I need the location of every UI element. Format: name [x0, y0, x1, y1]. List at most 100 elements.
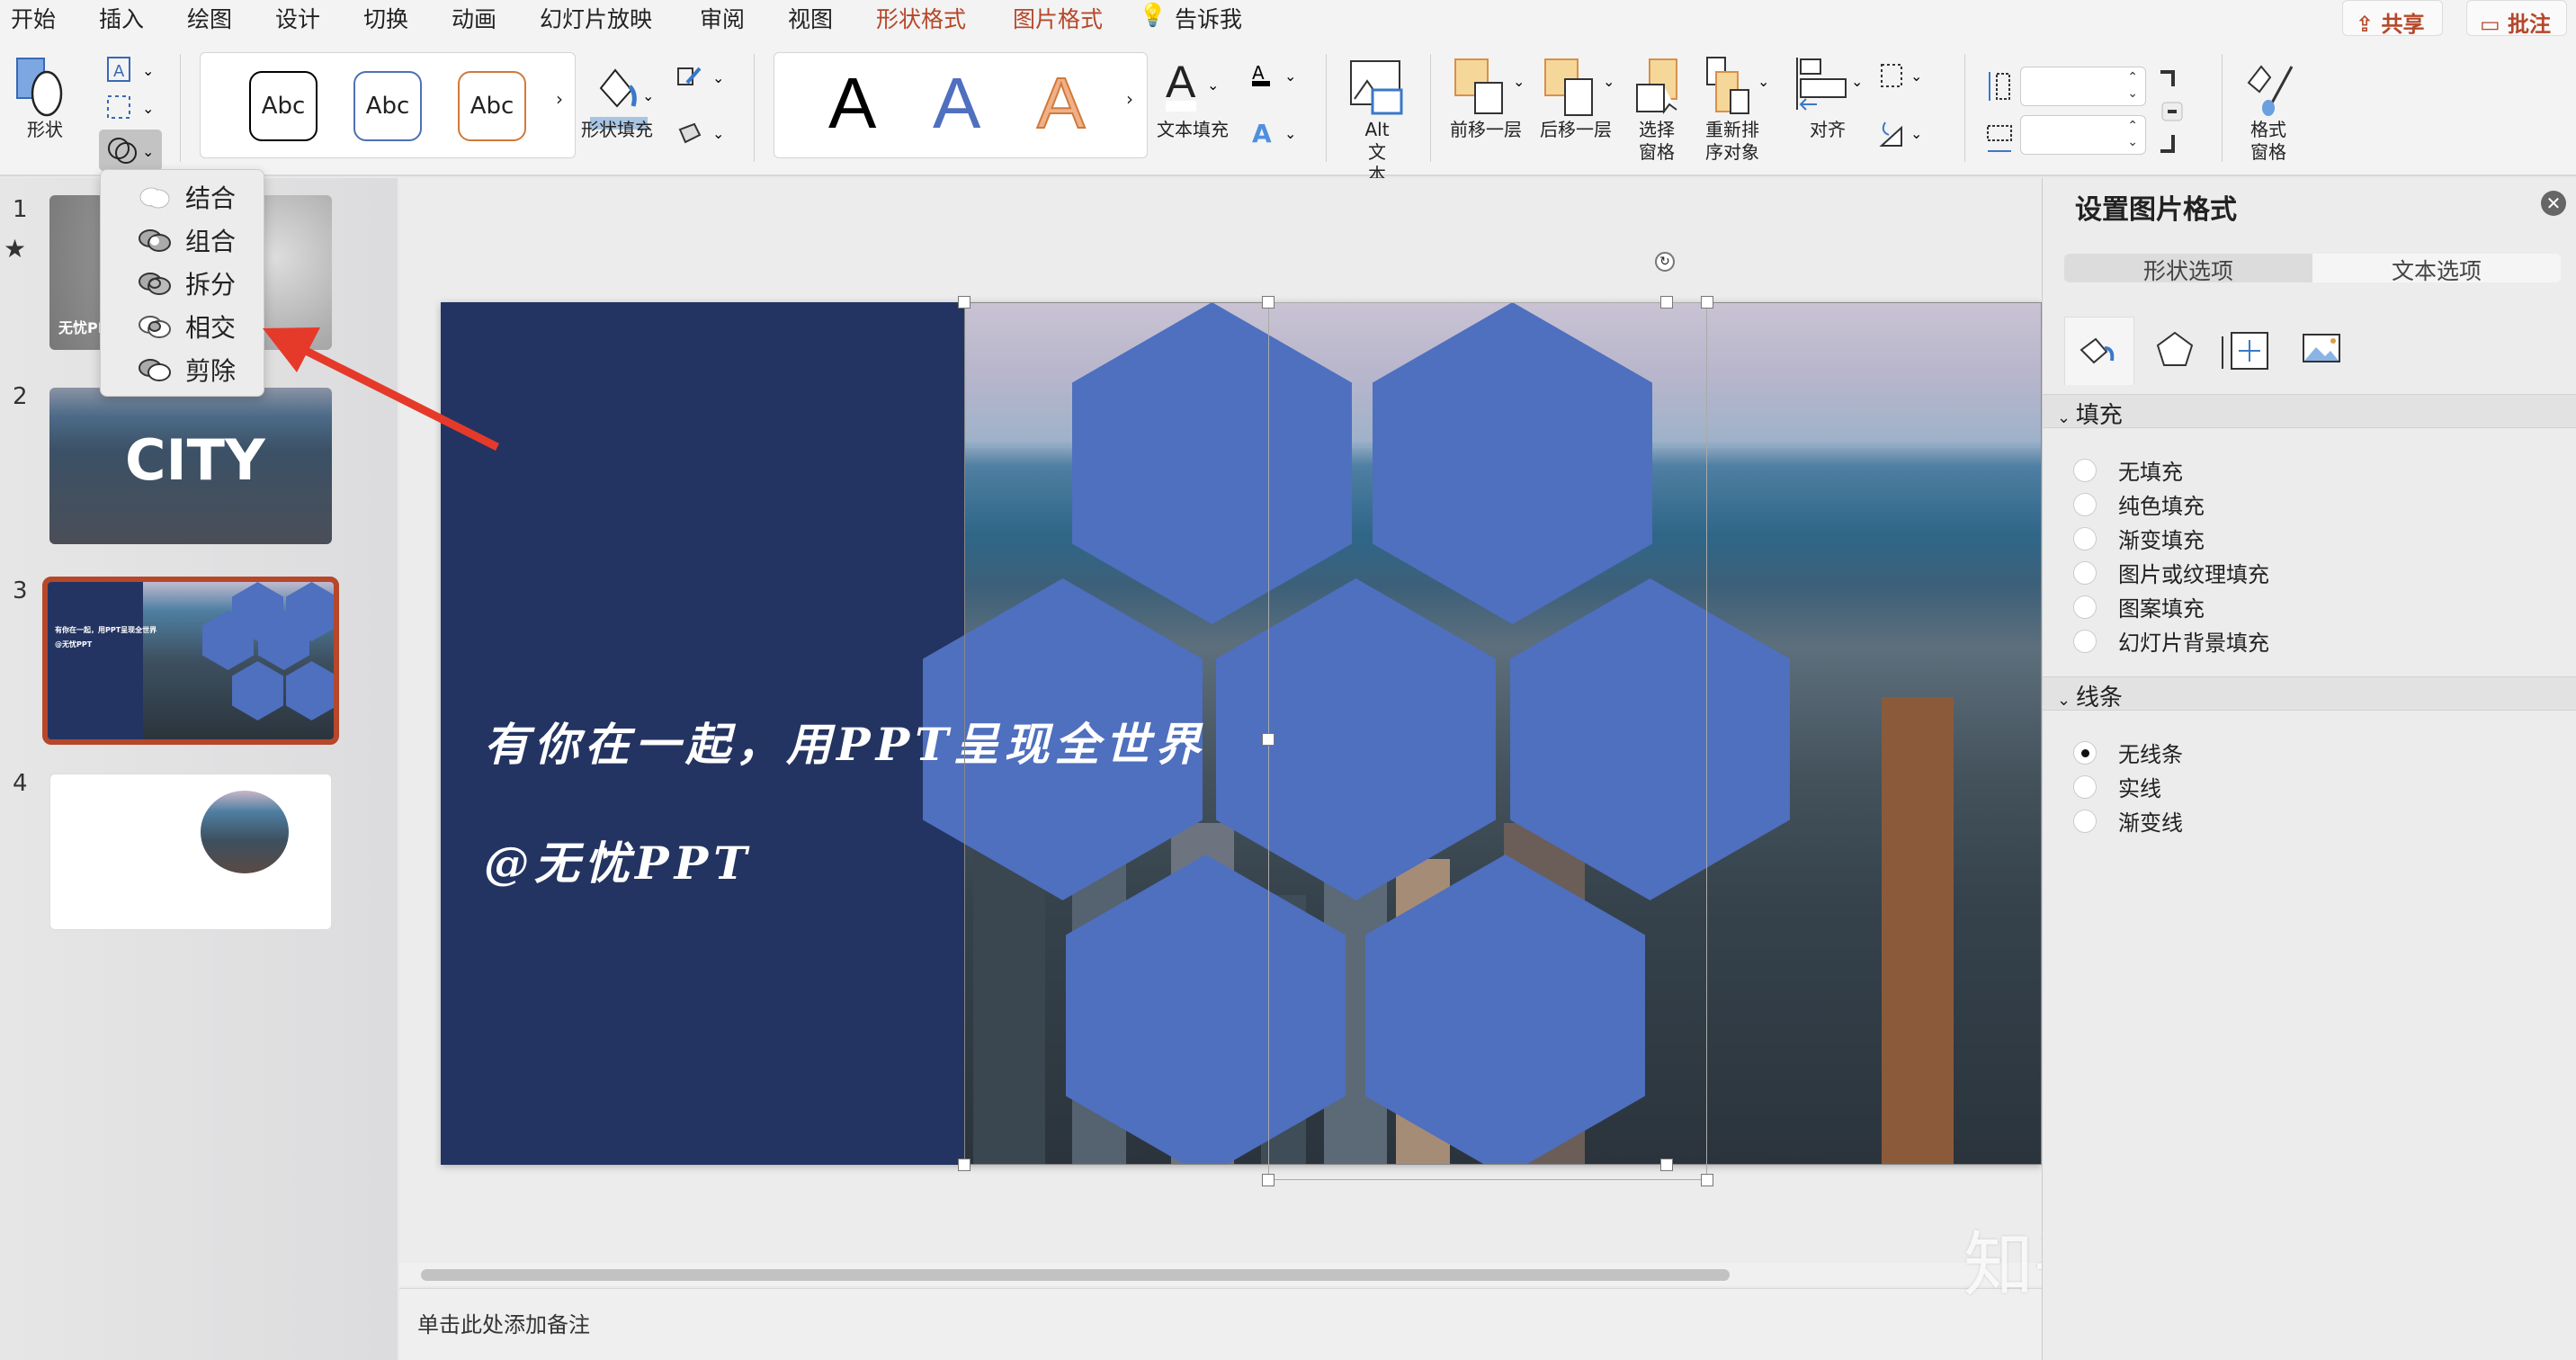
text-fill-icon[interactable]: A ⌄ [1160, 54, 1232, 117]
resize-handle[interactable] [958, 296, 970, 309]
resize-handle[interactable] [1262, 296, 1275, 309]
wordart-blue[interactable]: A [933, 62, 980, 145]
thumb2-text: CITY [125, 427, 265, 493]
line-section-header[interactable]: ⌄ 线条 [2043, 676, 2576, 711]
reorder-objects-icon[interactable]: ⌄ [1704, 56, 1779, 119]
wordart-black[interactable]: A [828, 62, 876, 145]
shape-style-black[interactable]: Abc [249, 71, 318, 141]
tab-view[interactable]: 视图 [788, 2, 833, 34]
share-button[interactable]: ⇪ 共享 [2342, 0, 2443, 37]
slide-subtitle-text[interactable]: @无忧PPT [484, 828, 752, 892]
width-icon [1987, 125, 2012, 152]
wordart-gallery[interactable]: A A A [774, 52, 1148, 158]
slide-number: 1 [13, 196, 28, 223]
svg-text:⌄: ⌄ [712, 69, 724, 86]
edit-shape-icon[interactable]: ⌄ [104, 94, 158, 124]
tab-shape-options[interactable]: 形状选项 [2064, 254, 2312, 284]
reorder-label-1: 重新排 [1705, 119, 1759, 140]
height-input[interactable]: ⌃ ⌄ [2020, 67, 2146, 106]
merge-shapes-button[interactable]: ⌄ [99, 130, 162, 171]
pane-title: 设置图片格式 [2075, 194, 2237, 226]
shape-style-blue[interactable]: Abc [353, 71, 422, 141]
gallery-more-icon[interactable]: › [556, 88, 563, 111]
menu-item-combine[interactable]: 组合 [137, 222, 236, 258]
text-effects-icon[interactable]: A ⌄ [1248, 119, 1302, 149]
resize-handle[interactable] [958, 1159, 970, 1171]
tab-draw[interactable]: 绘图 [187, 2, 232, 34]
resize-handle[interactable] [1660, 296, 1673, 309]
slide-thumbnail-3[interactable]: 有你在一起，用PPT呈现全世界 @无忧PPT [42, 577, 339, 745]
notes-placeholder[interactable]: 单击此处添加备注 [417, 1307, 590, 1338]
menu-item-label: 剪除 [185, 356, 237, 386]
tell-me[interactable]: 告诉我 [1175, 2, 1242, 34]
shape-style-orange[interactable]: Abc [458, 71, 526, 141]
picture-tab-icon[interactable] [2296, 326, 2359, 380]
effects-tab-pentagon-icon[interactable] [2143, 324, 2206, 378]
rotate-handle-icon[interactable]: ↻ [1655, 252, 1675, 272]
alt-text-label-1: Alt [1364, 119, 1390, 140]
horizontal-scrollbar[interactable] [421, 1269, 1730, 1281]
radio-pattern-fill[interactable]: 图案填充 [2073, 591, 2205, 622]
size-properties-tab-icon[interactable] [2219, 322, 2282, 381]
notes-pane[interactable]: 单击此处添加备注 [399, 1288, 2042, 1360]
radio-slide-background-fill[interactable]: 幻灯片背景填充 [2073, 625, 2269, 657]
menu-item-fragment[interactable]: 拆分 [137, 265, 236, 301]
text-box-icon[interactable]: A ⌄ [104, 56, 158, 86]
fill-line-tab[interactable] [2064, 317, 2134, 385]
resize-handle[interactable] [1262, 1174, 1275, 1186]
text-outline-icon[interactable]: A ⌄ [1248, 61, 1302, 92]
wordart-orange[interactable]: A [1036, 62, 1086, 145]
rotate-icon[interactable]: ⌄ [1878, 119, 1932, 149]
tab-home[interactable]: 开始 [11, 2, 56, 34]
tab-insert[interactable]: 插入 [99, 2, 144, 34]
alt-text-icon[interactable] [1349, 59, 1405, 117]
comments-button[interactable]: ▭ 批注 [2466, 0, 2567, 37]
fill-section-header[interactable]: ⌄ 填充 [2043, 394, 2576, 429]
radio-solid-line[interactable]: 实线 [2073, 771, 2161, 802]
resize-handle[interactable] [1262, 733, 1275, 746]
tab-transitions[interactable]: 切换 [363, 2, 408, 34]
menu-item-intersect[interactable]: 相交 [137, 309, 236, 344]
width-input[interactable]: ⌃ ⌄ [2020, 115, 2146, 155]
shape-outline-icon[interactable]: ⌄ [675, 63, 729, 94]
slide-thumbnail-2[interactable]: CITY [49, 388, 332, 544]
selection-pane-label-1: 选择 [1639, 119, 1675, 140]
tab-slideshow[interactable]: 幻灯片放映 [540, 2, 652, 34]
selection-pane-icon[interactable] [1635, 56, 1689, 119]
lock-aspect-ratio-icon[interactable] [2157, 68, 2189, 158]
tab-review[interactable]: 审阅 [700, 2, 745, 34]
radio-picture-texture-fill[interactable]: 图片或纹理填充 [2073, 557, 2269, 588]
menu-item-union[interactable]: 结合 [137, 179, 236, 215]
hexagon-selection-box [1268, 302, 1707, 1180]
wordart-more-icon[interactable]: › [1126, 88, 1133, 111]
menu-item-subtract[interactable]: 剪除 [137, 352, 236, 388]
shape-styles-gallery[interactable]: Abc Abc Abc [200, 52, 576, 158]
shapes-icon[interactable] [14, 56, 72, 119]
slide-number: 2 [13, 383, 28, 410]
send-backward-icon[interactable]: ⌄ [1542, 56, 1623, 119]
group-icon[interactable]: ⌄ [1878, 61, 1932, 92]
format-pane-icon[interactable] [2243, 58, 2301, 121]
tab-shape-format[interactable]: 形状格式 [876, 2, 967, 45]
resize-handle[interactable] [1701, 1174, 1713, 1186]
radio-solid-fill[interactable]: 纯色填充 [2073, 488, 2205, 520]
resize-handle[interactable] [1701, 296, 1713, 309]
svg-text:⌄: ⌄ [1910, 125, 1922, 142]
close-icon[interactable]: ✕ [2541, 191, 2566, 216]
tab-design[interactable]: 设计 [275, 2, 320, 34]
tab-picture-format[interactable]: 图片格式 [1013, 2, 1103, 34]
tab-text-options[interactable]: 文本选项 [2312, 254, 2561, 284]
option-label: 无线条 [2118, 742, 2183, 767]
shape-effects-icon[interactable]: ⌄ [675, 119, 729, 149]
radio-gradient-line[interactable]: 渐变线 [2073, 805, 2183, 837]
radio-gradient-fill[interactable]: 渐变填充 [2073, 523, 2205, 554]
thumb3-line2: @无忧PPT [55, 640, 93, 649]
resize-handle[interactable] [1660, 1159, 1673, 1171]
bring-forward-icon[interactable]: ⌄ [1452, 56, 1533, 119]
slide-thumbnail-4[interactable] [49, 774, 332, 930]
tab-animations[interactable]: 动画 [452, 2, 496, 34]
align-icon[interactable]: ⌄ [1793, 56, 1869, 119]
svg-text:⌄: ⌄ [712, 125, 724, 142]
radio-no-fill[interactable]: 无填充 [2073, 454, 2183, 486]
radio-no-line[interactable]: 无线条 [2073, 737, 2183, 768]
